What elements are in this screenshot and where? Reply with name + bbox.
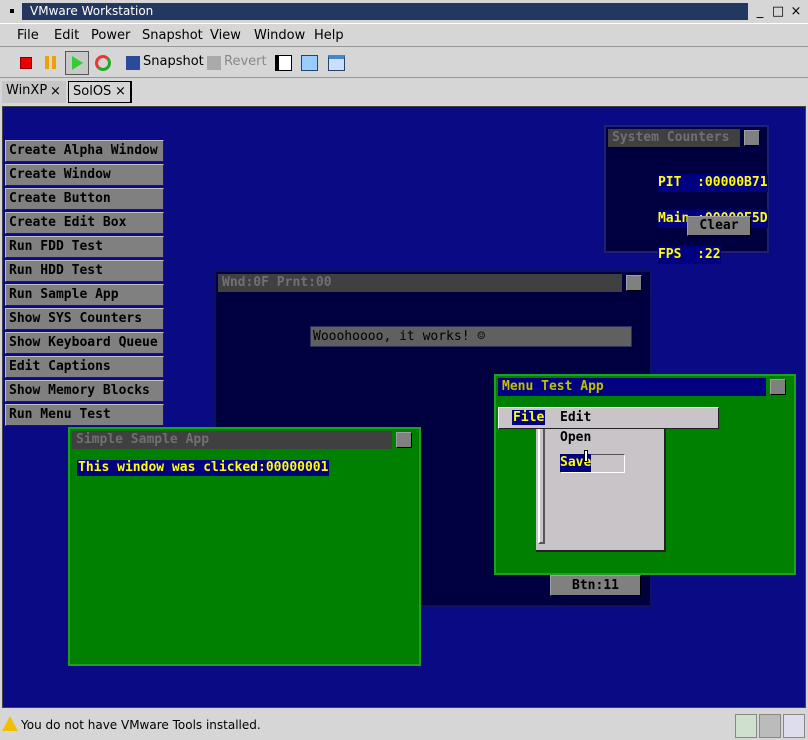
menu-edit[interactable]: Edit	[54, 28, 79, 43]
window-menu-icon[interactable]	[10, 9, 14, 13]
close-tab-icon[interactable]: ×	[50, 82, 61, 102]
counter-fps: FPS :22	[657, 246, 721, 264]
launcher-button[interactable]: Run FDD Test	[5, 236, 164, 258]
snapshot-button[interactable]: Snapshot	[143, 54, 204, 69]
toolbar: Snapshot Revert	[0, 48, 808, 78]
save-snapshot-icon	[126, 56, 140, 70]
mouse-cursor-icon	[584, 450, 588, 462]
maximize-button[interactable]: □	[770, 4, 786, 20]
launcher-button[interactable]: Show SYS Counters	[5, 308, 164, 330]
sidebar-view-icon[interactable]	[275, 55, 292, 71]
menu-view[interactable]: View	[210, 28, 241, 43]
click-counter-text: This window was clicked:00000001	[77, 460, 330, 476]
launcher-button[interactable]: Create Edit Box	[5, 212, 164, 234]
pause-icon-bar	[52, 56, 56, 69]
tab-solos[interactable]: SolOS ×	[68, 81, 132, 103]
launcher-button[interactable]: Create Window	[5, 164, 164, 186]
tab-bar: WinXP × SolOS ×	[0, 79, 808, 105]
menu-bar: File Edit Power Snapshot View Window Hel…	[0, 23, 808, 47]
quick-switch-icon[interactable]	[328, 55, 345, 71]
pause-icon[interactable]	[45, 56, 49, 69]
menu-test-app-window: Menu Test App File Edit Open Save	[494, 374, 796, 575]
menu-snapshot[interactable]: Snapshot	[142, 28, 203, 43]
menu-file[interactable]: File	[17, 28, 39, 43]
system-counters-window: System Counters PIT :00000B71 Main :0000…	[604, 125, 769, 264]
floppy-device-icon[interactable]	[735, 714, 757, 738]
warning-icon	[2, 716, 18, 731]
launcher-button[interactable]: Show Memory Blocks	[5, 380, 164, 402]
reset-icon[interactable]	[95, 55, 111, 71]
menu-edit[interactable]: Edit	[560, 410, 591, 425]
revert-icon	[207, 56, 221, 70]
launcher-button[interactable]: Create Alpha Window	[5, 140, 164, 162]
minimize-button[interactable]: _	[752, 4, 768, 20]
play-icon	[72, 56, 83, 70]
launcher-button[interactable]: Edit Captions	[5, 356, 164, 378]
text-label: Wooohoooo, it works! ☺	[310, 326, 632, 347]
launcher-button[interactable]: Create Button	[5, 188, 164, 210]
menu-window[interactable]: Window	[254, 28, 305, 43]
fullscreen-icon[interactable]	[301, 55, 318, 71]
file-dropdown: Open Save	[536, 429, 666, 552]
cdrom-icon[interactable]	[783, 714, 805, 738]
clear-button[interactable]: Clear	[687, 216, 751, 236]
btn-11[interactable]: Btn:11	[550, 575, 641, 596]
launcher-button[interactable]: Run HDD Test	[5, 260, 164, 282]
launcher-button[interactable]: Run Menu Test	[5, 404, 164, 426]
window-title: Wnd:0F Prnt:00	[218, 274, 622, 292]
window-title: Menu Test App	[498, 378, 766, 396]
launcher-button[interactable]: Run Sample App	[5, 284, 164, 306]
revert-button[interactable]: Revert	[224, 54, 267, 69]
window-title: Simple Sample App	[72, 431, 392, 449]
launcher-button[interactable]: Show Keyboard Queue	[5, 332, 164, 354]
close-tab-icon[interactable]: ×	[115, 82, 126, 102]
dropdown-scrollbar[interactable]	[538, 429, 545, 544]
status-message: You do not have VMware Tools installed.	[21, 718, 261, 732]
tab-label: SolOS	[73, 84, 112, 99]
window-title: System Counters	[608, 129, 740, 147]
power-off-icon[interactable]	[20, 57, 32, 69]
menu-file[interactable]: File	[512, 410, 546, 425]
app-menu-bar: File Edit	[498, 407, 719, 429]
status-bar: You do not have VMware Tools installed.	[0, 710, 808, 740]
power-on-button[interactable]	[65, 51, 89, 75]
hard-disk-icon[interactable]	[759, 714, 781, 738]
counter-pit: PIT :00000B71	[657, 174, 768, 192]
tab-winxp[interactable]: WinXP ×	[2, 81, 66, 103]
tab-label: WinXP	[6, 83, 48, 98]
close-box[interactable]	[770, 379, 786, 395]
vm-screen[interactable]: Create Alpha Window Create Window Create B…	[2, 106, 806, 708]
close-box[interactable]	[396, 432, 412, 448]
menu-power[interactable]: Power	[91, 28, 130, 43]
menu-item-open[interactable]: Open	[560, 430, 591, 445]
close-box[interactable]	[744, 130, 760, 146]
menu-help[interactable]: Help	[314, 28, 344, 43]
title-bar: VMware Workstation _ □ ×	[0, 0, 808, 22]
simple-sample-app-window: Simple Sample App This window was clicke…	[68, 427, 421, 666]
window-title: VMware Workstation	[22, 3, 748, 20]
close-button[interactable]: ×	[788, 4, 804, 20]
